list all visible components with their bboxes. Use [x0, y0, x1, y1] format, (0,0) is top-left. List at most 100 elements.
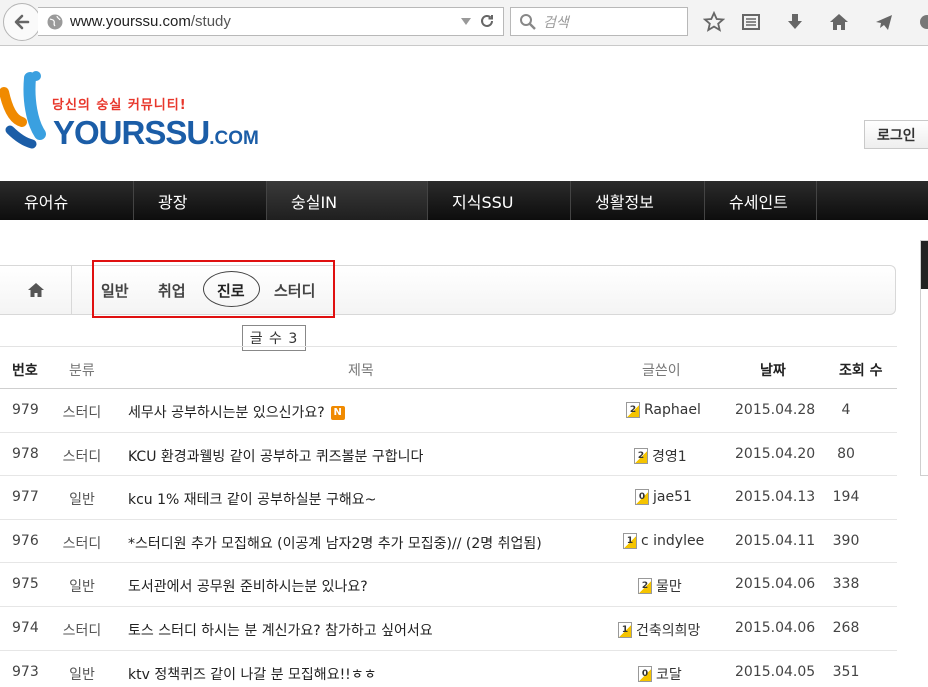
- nav-item-yourssu[interactable]: 유어슈: [0, 181, 134, 220]
- post-number: 973: [12, 663, 39, 680]
- post-title-wrap: 토스 스터디 하시는 분 계신가요? 참가하고 싶어서요: [128, 620, 433, 640]
- table-row[interactable]: 975 일반 도서관에서 공무원 준비하시는분 있나요? 2 물만 2015.04.06 3…: [0, 563, 897, 607]
- post-title-wrap: KCU 환경과웰빙 같이 공부하고 퀴즈볼분 구합니다: [128, 446, 423, 466]
- nav-item-knowledge[interactable]: 지식SSU: [428, 181, 571, 220]
- post-title-link[interactable]: 토스 스터디 하시는 분 계신가요? 참가하고 싶어서요: [128, 623, 433, 639]
- table-row[interactable]: 977 일반 kcu 1% 재테크 같이 공부하실분 구해요~ 0 jae51 2015.…: [0, 476, 897, 520]
- header-author: 글쓴이: [642, 363, 681, 379]
- home-icon: [27, 283, 44, 297]
- author-name: Raphael: [644, 402, 701, 418]
- post-date: 2015.04.06: [735, 576, 816, 593]
- post-table: 번호 분류 제목 글쓴이 날짜 조회 수 979 스터디 세무사 공부하시는분 있으…: [0, 346, 897, 687]
- post-author[interactable]: 2 물만: [638, 576, 682, 596]
- search-bar[interactable]: 검색: [510, 7, 688, 36]
- post-title-wrap: kcu 1% 재테크 같이 공부하실분 구해요~: [128, 489, 376, 509]
- post-author[interactable]: 1 건축의희망: [618, 620, 700, 640]
- reading-list-icon[interactable]: [740, 11, 762, 33]
- author-name: 물만: [656, 579, 682, 596]
- member-level-icon: 0: [635, 489, 649, 506]
- post-category: 일반: [69, 579, 95, 596]
- post-views: 194: [832, 489, 860, 506]
- author-name: jae51: [653, 489, 692, 506]
- category-general[interactable]: 일반: [101, 280, 129, 301]
- post-date: 2015.04.11: [735, 532, 816, 549]
- post-views: 351: [832, 663, 860, 680]
- post-views: 80: [837, 445, 855, 462]
- post-title-link[interactable]: kcu 1% 재테크 같이 공부하실분 구해요~: [128, 492, 376, 508]
- category-employment[interactable]: 취업: [158, 280, 186, 301]
- reload-icon[interactable]: [479, 13, 495, 29]
- brand-suffix: .COM: [209, 128, 259, 149]
- main-nav: 유어슈 광장 숭실IN 지식SSU 생활정보 슈세인트: [0, 181, 928, 220]
- nav-item-soongsil-in[interactable]: 숭실IN: [267, 181, 428, 220]
- post-author[interactable]: 0 jae51: [635, 489, 692, 506]
- post-views: 390: [832, 532, 860, 549]
- table-row[interactable]: 976 스터디 *스터디원 추가 모집해요 (이공계 남자2명 추가 모집중)// …: [0, 520, 897, 564]
- nav-item-life-info[interactable]: 생활정보: [571, 181, 705, 220]
- header-title: 제목: [348, 363, 374, 379]
- category-career[interactable]: 진로: [217, 280, 245, 301]
- member-level-icon: 2: [638, 578, 652, 595]
- member-level-icon: 0: [638, 665, 652, 682]
- dropdown-arrow-icon[interactable]: [459, 14, 473, 28]
- download-icon[interactable]: [784, 11, 806, 33]
- member-level-icon: 1: [623, 532, 637, 549]
- post-author[interactable]: 2 Raphael: [626, 402, 701, 418]
- bookmark-star-icon[interactable]: [703, 11, 725, 33]
- post-title-link[interactable]: ktv 정책퀴즈 같이 나갈 분 모집해요!!ㅎㅎ: [128, 667, 377, 683]
- post-title-link[interactable]: 도서관에서 공무원 준비하시는분 있나요?: [128, 579, 368, 595]
- back-button[interactable]: [3, 3, 41, 41]
- post-author[interactable]: 1c indylee: [623, 532, 705, 549]
- arrow-left-icon: [14, 14, 30, 30]
- search-placeholder: 검색: [543, 14, 569, 31]
- table-row[interactable]: 974 스터디 토스 스터디 하시는 분 계신가요? 참가하고 싶어서요 1 건축의희망…: [0, 607, 897, 651]
- post-views: 4: [841, 402, 851, 418]
- search-icon: [520, 13, 536, 30]
- post-category: 스터디: [62, 622, 102, 639]
- post-number: 979: [12, 402, 39, 418]
- nav-item-shoe-saint[interactable]: 슈세인트: [705, 181, 817, 220]
- extension-icon[interactable]: [914, 11, 928, 33]
- side-panel-tab[interactable]: [920, 240, 928, 476]
- table-row[interactable]: 978 스터디 KCU 환경과웰빙 같이 공부하고 퀴즈볼분 구합니다 2 경영1 201…: [0, 433, 897, 477]
- header-date[interactable]: 날짜: [760, 360, 786, 380]
- header-category: 분류: [69, 363, 95, 379]
- member-level-icon: 2: [626, 402, 640, 418]
- header-no: 번호: [12, 363, 38, 379]
- post-author[interactable]: 2 경영1: [634, 446, 687, 466]
- table-row[interactable]: 973 일반 ktv 정책퀴즈 같이 나갈 분 모집해요!!ㅎㅎ 0 코달 2015.04…: [0, 651, 897, 687]
- author-name: c indylee: [641, 532, 705, 549]
- site-slogan: 당신의 숭실 커뮤니티!: [52, 98, 187, 113]
- member-level-icon: 1: [618, 621, 632, 638]
- post-number: 978: [12, 445, 39, 462]
- header-views[interactable]: 조회 수: [839, 360, 883, 380]
- post-number: 975: [12, 576, 39, 593]
- post-title-link[interactable]: 세무사 공부하시는분 있으신가요?: [128, 405, 325, 421]
- globe-icon: [47, 14, 63, 29]
- category-home-button[interactable]: [0, 266, 72, 314]
- post-date: 2015.04.20: [735, 445, 816, 462]
- post-views: 268: [832, 619, 860, 636]
- home-icon[interactable]: [828, 11, 850, 33]
- brand-name: YOURSSU: [53, 114, 210, 151]
- send-icon[interactable]: [873, 11, 895, 33]
- login-button[interactable]: 로그인: [864, 120, 928, 149]
- category-study[interactable]: 스터디: [274, 280, 315, 301]
- post-number: 977: [12, 489, 39, 506]
- post-category: 일반: [69, 666, 95, 683]
- nav-item-plaza[interactable]: 광장: [134, 181, 267, 220]
- post-category: 스터디: [62, 535, 102, 552]
- site-brand[interactable]: YOURSSU.COM: [53, 114, 259, 152]
- post-date: 2015.04.05: [735, 663, 816, 680]
- post-date: 2015.04.28: [735, 402, 816, 418]
- post-title-link[interactable]: *스터디원 추가 모집해요 (이공계 남자2명 추가 모집중)// (2명 취업…: [128, 536, 542, 552]
- post-category: 스터디: [62, 448, 102, 465]
- url-text: www.yourssu.com/study: [70, 13, 231, 30]
- post-title-link[interactable]: KCU 환경과웰빙 같이 공부하고 퀴즈볼분 구합니다: [128, 449, 423, 465]
- post-title-wrap: *스터디원 추가 모집해요 (이공계 남자2명 추가 모집중)// (2명 취업…: [128, 533, 542, 553]
- post-author[interactable]: 0 코달: [638, 664, 682, 684]
- table-row[interactable]: 979 스터디 세무사 공부하시는분 있으신가요? N 2 Raphael 2015.04.…: [0, 389, 897, 433]
- address-bar[interactable]: www.yourssu.com/study: [38, 7, 504, 36]
- member-level-icon: 2: [634, 447, 648, 464]
- author-name: 경영1: [652, 448, 687, 465]
